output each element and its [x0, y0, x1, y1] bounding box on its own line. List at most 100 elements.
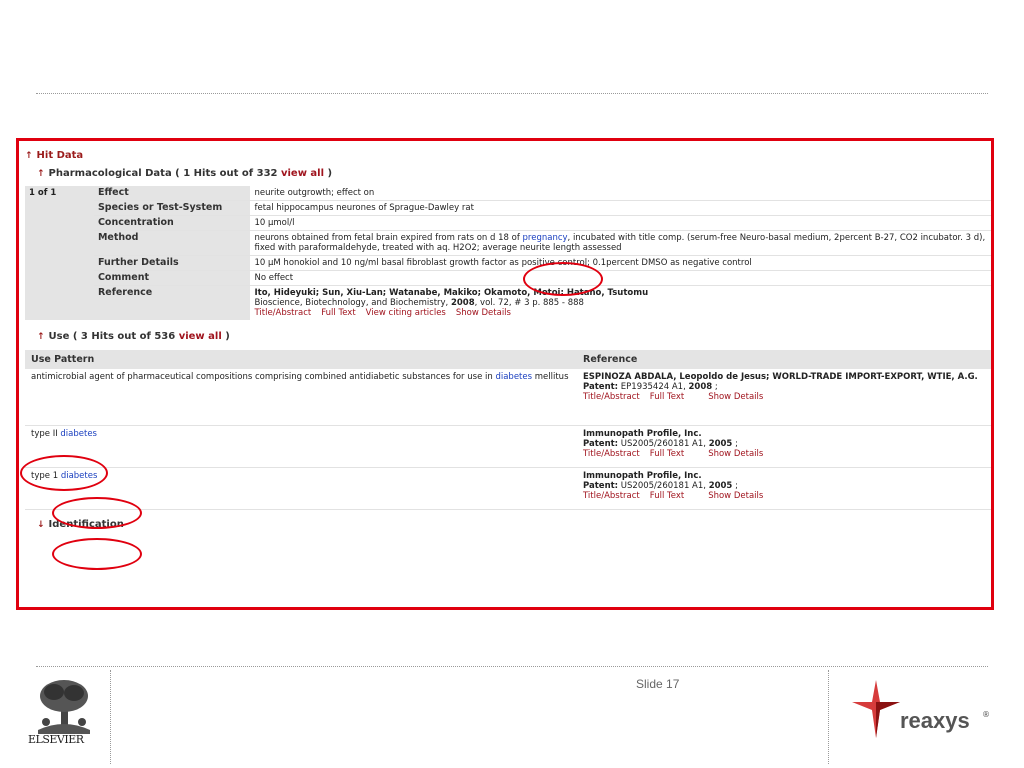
- highlight-ellipse-pregnancy: [523, 262, 603, 296]
- reference-links: Title/Abstract Full Text Show Details: [583, 491, 991, 501]
- pharm-title: Pharmacological Data ( 1 Hits out of 332: [48, 168, 281, 179]
- patent-year: 2005: [708, 438, 733, 449]
- diabetes-link[interactable]: diabetes: [60, 429, 97, 439]
- field-label: Comment: [93, 270, 251, 286]
- patent-label: Patent:: [583, 480, 619, 491]
- arrow-up-icon: ↑: [25, 151, 33, 161]
- use-pattern-cell: type II diabetes: [25, 425, 577, 468]
- table-row: antimicrobial agent of pharmaceutical co…: [25, 369, 991, 426]
- field-value: neurons obtained from fetal brain expire…: [250, 230, 991, 256]
- table-row: type 1 diabetes Immunopath Profile, Inc.…: [25, 467, 991, 510]
- use-reference-cell: Immunopath Profile, Inc. Patent: US2005/…: [577, 425, 991, 468]
- hit-data-header[interactable]: ↑ Hit Data: [25, 147, 991, 165]
- field-label: Further Details: [93, 255, 251, 271]
- use-pattern-text: antimicrobial agent of pharmaceutical co…: [31, 372, 496, 382]
- use-pattern-text-rest: mellitus: [532, 372, 569, 382]
- field-label: Species or Test-System: [93, 200, 251, 216]
- highlight-ellipse-diabetes-mellitus: [20, 455, 108, 491]
- table-row: Comment No effect: [25, 270, 991, 286]
- patent-number: US2005/260181 A1,: [620, 480, 706, 491]
- full-text-link[interactable]: Full Text: [650, 392, 684, 402]
- footer-separator: [828, 670, 829, 764]
- use-reference-cell: ESPINOZA ABDALA, Leopoldo de Jesus; WORL…: [577, 369, 991, 426]
- patent-year: 2005: [708, 480, 733, 491]
- use-reference-cell: Immunopath Profile, Inc. Patent: US2005/…: [577, 467, 991, 510]
- title-abstract-link[interactable]: Title/Abstract: [583, 449, 640, 459]
- table-row: Reference Ito, Hideyuki; Sun, Xiu-Lan; W…: [25, 285, 991, 320]
- field-value: No effect: [250, 270, 991, 286]
- hit-data-title: Hit Data: [36, 150, 84, 161]
- pharmacological-data-table: 1 of 1 Effect neurite outgrowth; effect …: [25, 186, 991, 320]
- journal-volume: , vol. 72, # 3 p. 885 - 888: [474, 298, 584, 308]
- field-label: Concentration: [93, 215, 251, 231]
- field-label: Reference: [93, 285, 251, 320]
- use-title: Use ( 3 Hits out of 536: [48, 331, 179, 342]
- footer-separator: [110, 670, 111, 764]
- show-details-link[interactable]: Show Details: [456, 308, 511, 318]
- field-value: fetal hippocampus neurones of Sprague-Da…: [250, 200, 991, 216]
- use-section-header: ↑ Use ( 3 Hits out of 536 view all ): [25, 328, 991, 346]
- reference-authors: Ito, Hideyuki; Sun, Xiu-Lan; Watanabe, M…: [254, 288, 649, 298]
- pharm-view-all-link[interactable]: view all: [281, 168, 324, 179]
- table-row: Method neurons obtained from fetal brain…: [25, 230, 991, 256]
- field-label: Effect: [93, 186, 251, 201]
- view-citing-articles-link[interactable]: View citing articles: [366, 308, 446, 318]
- show-details-link[interactable]: Show Details: [708, 491, 763, 501]
- patent-tail: ;: [714, 382, 718, 392]
- full-text-link[interactable]: Full Text: [650, 491, 684, 501]
- registered-mark: ®: [982, 710, 990, 719]
- pharm-title-suffix: ): [324, 168, 333, 179]
- use-table: Use Pattern Reference antimicrobial agen…: [25, 350, 991, 510]
- title-abstract-link[interactable]: Title/Abstract: [583, 392, 640, 402]
- table-row: Species or Test-System fetal hippocampus…: [25, 200, 991, 216]
- field-value: 10 µmol/l: [250, 215, 991, 231]
- column-header-use-pattern: Use Pattern: [25, 350, 577, 369]
- reaxys-wordmark: reaxys: [900, 708, 970, 733]
- patent-label: Patent:: [583, 438, 619, 449]
- hit-data-panel: ↑ Hit Data ↑ Pharmacological Data ( 1 Hits…: [16, 138, 994, 610]
- patent-number: EP1935424 A1,: [620, 382, 686, 392]
- hit-index: 1 of 1: [25, 186, 94, 320]
- full-text-link[interactable]: Full Text: [650, 449, 684, 459]
- highlight-ellipse-type-1-diabetes: [52, 538, 142, 570]
- use-title-suffix: ): [221, 331, 230, 342]
- elsevier-wordmark: ELSEVIER: [28, 733, 84, 746]
- arrow-up-icon[interactable]: ↑: [37, 169, 45, 179]
- reference-name: Immunopath Profile, Inc.: [583, 428, 702, 439]
- reference-year: 2008: [450, 298, 475, 308]
- patent-tail: ;: [735, 480, 738, 491]
- reference-links: Title/Abstract Full Text Show Details: [583, 392, 991, 402]
- table-row: Further Details 10 µM honokiol and 10 ng…: [25, 255, 991, 271]
- field-value: 10 µM honokiol and 10 ng/ml basal fibrob…: [250, 255, 991, 271]
- reference-links: Title/Abstract Full Text View citing artic…: [254, 308, 991, 318]
- patent-line: Patent: EP1935424 A1, 2008 ;: [583, 382, 991, 392]
- show-details-link[interactable]: Show Details: [708, 449, 763, 459]
- slide-number: Slide 17: [636, 677, 680, 691]
- table-header-row: Use Pattern Reference: [25, 350, 991, 369]
- identification-section-header[interactable]: ↓ Identification: [25, 516, 991, 534]
- full-text-link[interactable]: Full Text: [321, 308, 355, 318]
- show-details-link[interactable]: Show Details: [708, 392, 763, 402]
- method-text: neurons obtained from fetal brain expire…: [254, 233, 523, 243]
- pregnancy-link[interactable]: pregnancy: [523, 233, 568, 243]
- patent-tail: ;: [735, 438, 738, 449]
- arrow-down-icon: ↓: [37, 519, 45, 530]
- use-view-all-link[interactable]: view all: [179, 331, 222, 342]
- patent-year: 2008: [688, 382, 713, 392]
- bottom-divider: [36, 666, 988, 667]
- field-value: neurite outgrowth; effect on: [250, 186, 991, 201]
- highlight-ellipse-type-ii-diabetes: [52, 497, 142, 529]
- arrow-up-icon[interactable]: ↑: [37, 332, 45, 342]
- patent-line: Patent: US2005/260181 A1, 2005 ;: [583, 438, 991, 449]
- title-abstract-link[interactable]: Title/Abstract: [583, 491, 640, 501]
- patent-number: US2005/260181 A1,: [620, 438, 706, 449]
- top-divider: [36, 93, 988, 94]
- table-row: Concentration 10 µmol/l: [25, 215, 991, 231]
- table-row: 1 of 1 Effect neurite outgrowth; effect …: [25, 186, 991, 320]
- patent-label: Patent:: [583, 382, 619, 392]
- patent-line: Patent: US2005/260181 A1, 2005 ;: [583, 480, 991, 491]
- journal-name: Bioscience, Biotechnology, and Biochemis…: [254, 298, 449, 308]
- title-abstract-link[interactable]: Title/Abstract: [254, 308, 311, 318]
- diabetes-link[interactable]: diabetes: [495, 372, 532, 382]
- reference-name: Immunopath Profile, Inc.: [583, 470, 702, 481]
